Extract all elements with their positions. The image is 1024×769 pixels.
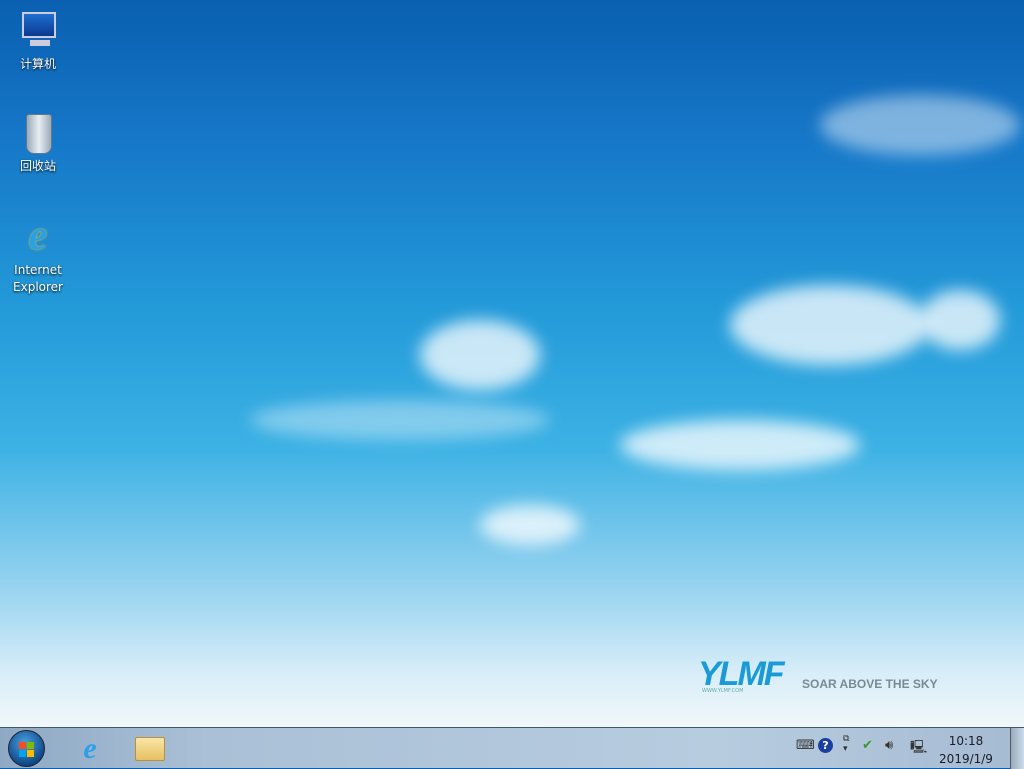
taskbar-windows-explorer[interactable] [128, 731, 172, 767]
ie-icon: e [83, 732, 96, 766]
ylmf-logo: YLMF SOAR ABOVE THE SKY WWW.YLMF.COM [698, 655, 783, 694]
folder-icon [135, 737, 165, 761]
keyboard-icon[interactable]: ⌨ [796, 738, 815, 753]
recycle-bin-icon [16, 110, 60, 154]
help-icon[interactable]: ? [818, 738, 833, 753]
icon-label: 计算机 [6, 56, 70, 73]
show-desktop-button[interactable] [1010, 728, 1024, 769]
volume-icon[interactable]: 🔊︎ [885, 738, 893, 753]
icon-label: 回收站 [6, 158, 70, 175]
clock-date: 2019/1/9 [938, 750, 994, 768]
show-hidden-icons-icon[interactable]: ⧉▾ [843, 734, 849, 754]
desktop-icon-computer[interactable]: 计算机 [6, 8, 70, 73]
desktop-icon-internet-explorer[interactable]: e Internet Explorer [6, 214, 70, 296]
usb-safely-remove-icon[interactable]: ✔ [862, 738, 873, 753]
computer-icon [16, 8, 60, 52]
clock[interactable]: 10:182019/1/9 [938, 732, 994, 768]
taskbar-internet-explorer[interactable]: e [68, 731, 112, 767]
taskbar: e ⌨ ? ⧉▾ ✔ 🔊︎ 🖳 10:182019/1/9 [0, 727, 1024, 768]
start-button[interactable] [8, 730, 45, 767]
network-icon[interactable]: 🖳 [910, 738, 927, 760]
clock-time: 10:18 [938, 732, 994, 750]
logo-url: WWW.YLMF.COM [702, 688, 743, 694]
logo-slogan: SOAR ABOVE THE SKY [802, 677, 938, 691]
ie-icon: e [16, 214, 60, 258]
desktop-icon-recycle-bin[interactable]: 回收站 [6, 110, 70, 175]
icon-label: Internet Explorer [6, 262, 70, 296]
windows-logo-icon [19, 742, 26, 749]
